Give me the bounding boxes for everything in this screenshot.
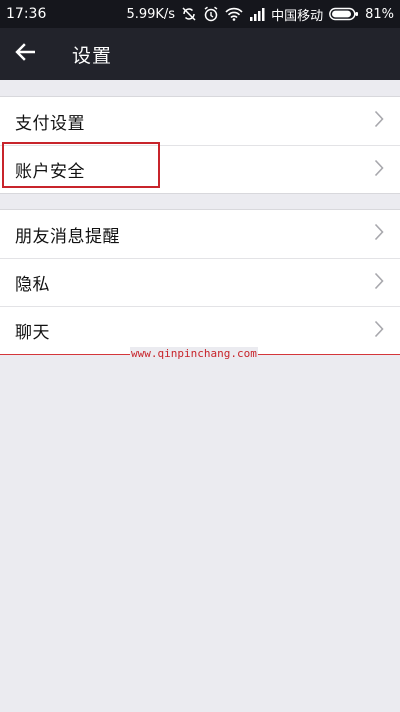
wifi-icon [225, 7, 243, 21]
page-title: 设置 [72, 44, 113, 67]
settings-item-label: 聊天 [15, 323, 50, 343]
status-right: 5.99K/s 中国移动 81% [126, 5, 394, 24]
chevron-right-icon [374, 159, 384, 181]
network-speed: 5.99K/s [126, 6, 176, 22]
status-bar: 17:36 5.99K/s 中国移动 81% [0, 0, 400, 28]
settings-item-privacy[interactable]: 隐私 [0, 258, 400, 306]
battery-icon [329, 7, 359, 21]
battery-percent: 81% [365, 6, 394, 22]
chevron-right-icon [374, 320, 384, 342]
signal-icon [249, 7, 265, 21]
chevron-right-icon [374, 272, 384, 294]
settings-item-label: 隐私 [15, 275, 50, 295]
status-left: 17:36 [6, 6, 46, 22]
settings-item-friend-notifications[interactable]: 朋友消息提醒 [0, 210, 400, 258]
title-bar: 设置 [0, 28, 400, 80]
chevron-right-icon [374, 223, 384, 245]
settings-group-payment: 支付设置 账户安全 [0, 96, 400, 194]
settings-item-account-security[interactable]: 账户安全 [0, 145, 400, 193]
alarm-icon [203, 6, 219, 22]
settings-item-label: 账户安全 [15, 162, 85, 182]
chevron-right-icon [374, 110, 384, 132]
back-button[interactable] [0, 28, 50, 80]
settings-group-general: 朋友消息提醒 隐私 聊天 [0, 209, 400, 355]
settings-item-label: 朋友消息提醒 [15, 226, 120, 247]
arrow-left-icon [15, 43, 36, 65]
settings-item-payment[interactable]: 支付设置 [0, 97, 400, 145]
carrier-name: 中国移动 [271, 8, 324, 24]
watermark-text: www.qinpinchang.com [130, 347, 258, 360]
sync-off-icon [181, 6, 197, 22]
settings-item-label: 支付设置 [15, 113, 85, 134]
status-time: 17:36 [6, 6, 47, 22]
